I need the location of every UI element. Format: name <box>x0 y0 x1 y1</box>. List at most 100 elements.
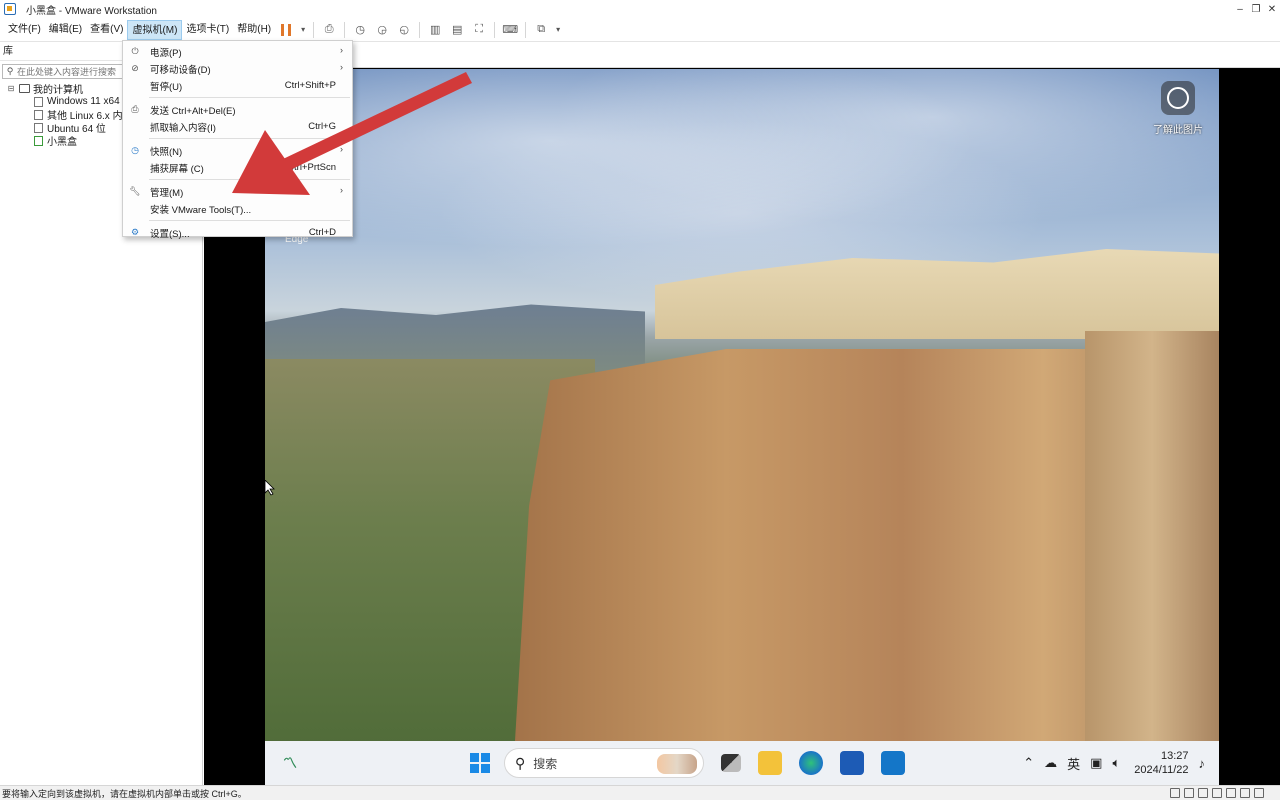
onedrive-icon[interactable]: ☁ <box>1044 755 1057 771</box>
learn-pic-label: 了解此图片 <box>1153 125 1203 136</box>
vmware-app-icon <box>4 3 16 15</box>
menu-item-pause[interactable]: 暂停(U) Ctrl+Shift+P <box>123 77 352 94</box>
menu-item-snapshot[interactable]: ◷ 快照(N) › <box>123 142 352 159</box>
menu-separator <box>149 179 350 180</box>
taskbar-search[interactable]: ⚲ 搜索 <box>504 748 704 778</box>
blank-icon <box>129 80 141 92</box>
search-icon: ⚲ <box>515 754 526 771</box>
usb-icon[interactable] <box>1212 788 1222 798</box>
pause-icon <box>281 23 292 36</box>
device-status-icons <box>1166 788 1264 798</box>
widgets-icon[interactable]: 〽 <box>283 753 307 773</box>
close-button[interactable]: ✕ <box>1264 0 1280 18</box>
fullscreen-icon[interactable]: ⛶ <box>470 21 488 39</box>
toolbar: ▾ ⎙ ◷ ◶ ◵ ▥ ▤ ⛶ ⌨ ⧉ ▾ <box>275 18 564 42</box>
network-adapter-icon[interactable] <box>1198 788 1208 798</box>
pause-dropdown-icon[interactable]: ▾ <box>299 21 307 39</box>
collapse-icon[interactable]: ⊟ <box>6 84 16 94</box>
edge-browser-icon[interactable] <box>799 751 823 775</box>
menu-help[interactable]: 帮助(H) <box>233 20 275 40</box>
removable-device-icon: ⊘ <box>131 63 139 73</box>
guest-desktop[interactable]: Edge 了解此图片 <box>265 69 1219 741</box>
submenu-arrow-icon: › <box>340 45 343 55</box>
menu-separator <box>149 97 350 98</box>
thumbnail-bar-icon[interactable]: ▤ <box>448 21 466 39</box>
blank-icon <box>129 162 141 174</box>
snapshot-icon[interactable]: ◷ <box>351 21 369 39</box>
send-ctrl-alt-del-icon[interactable]: ⎙ <box>320 21 338 39</box>
menu-item-send-ctrl-alt-del[interactable]: ⎙ 发送 Ctrl+Alt+Del(E) <box>123 101 352 118</box>
menu-item-power[interactable]: ⏻ 电源(P) › <box>123 43 352 60</box>
network-icon[interactable]: ▣ <box>1090 755 1102 771</box>
tree-label: 小黑盒 <box>47 137 77 148</box>
settings-icon: ⚙ <box>130 227 140 237</box>
show-hidden-icons-icon[interactable]: ⌃ <box>1023 755 1034 771</box>
console-view-icon[interactable]: ⌨ <box>501 21 519 39</box>
volume-icon[interactable]: 🔈︎ <box>1112 755 1120 771</box>
file-explorer-icon[interactable] <box>758 751 782 775</box>
snapshot-manager-icon[interactable]: ◵ <box>395 21 413 39</box>
menu-item-capture-screen[interactable]: 捕获屏幕 (C) Ctrl+PrtScn <box>123 159 352 176</box>
mouse-cursor-icon <box>265 480 275 496</box>
vm-icon <box>34 122 43 133</box>
vm-dropdown-menu: ⏻ 电源(P) › ⊘ 可移动设备(D) › 暂停(U) Ctrl+Shift+… <box>122 40 353 240</box>
microsoft-store-icon[interactable] <box>840 751 864 775</box>
menu-item-manage[interactable]: 🔧︎ 管理(M) › <box>123 183 352 200</box>
stretch-guest-icon[interactable]: ⧉ <box>532 21 550 39</box>
ime-indicator[interactable]: 英 <box>1067 754 1080 773</box>
menu-item-removable-devices[interactable]: ⊘ 可移动设备(D) › <box>123 60 352 77</box>
menu-item-grab-input[interactable]: 抓取输入内容(I) Ctrl+G <box>123 118 352 135</box>
hard-disk-icon[interactable] <box>1170 788 1180 798</box>
pause-button[interactable] <box>277 21 295 39</box>
vm-console[interactable]: Edge 了解此图片 〽 ⚲ 搜索 ⌃ ☁ 英 ▣ 🔈︎ 13:27 2024/… <box>204 43 1280 785</box>
outlook-icon[interactable] <box>881 751 905 775</box>
show-library-icon[interactable]: ▥ <box>426 21 444 39</box>
window-controls: – ❐ ✕ <box>1232 0 1280 18</box>
toolbar-separator <box>419 21 421 38</box>
revert-snapshot-icon[interactable]: ◶ <box>373 21 391 39</box>
menu-edit[interactable]: 编辑(E) <box>45 20 86 40</box>
blank-icon <box>129 121 141 133</box>
wrench-icon: 🔧︎ <box>129 186 141 196</box>
menu-item-settings[interactable]: ⚙ 设置(S)... Ctrl+D <box>123 224 352 241</box>
status-message: 要将输入定向到该虚拟机，请在虚拟机内部单击或按 Ctrl+G。 <box>2 788 247 799</box>
toolbar-separator <box>525 21 527 38</box>
display-icon[interactable] <box>1240 788 1250 798</box>
windows-start-icon[interactable] <box>470 753 490 773</box>
computer-icon <box>19 84 30 93</box>
menu-vm[interactable]: 虚拟机(M) <box>127 19 183 40</box>
submenu-arrow-icon: › <box>340 62 343 72</box>
blank-icon <box>129 203 141 215</box>
menu-file[interactable]: 文件(F) <box>4 20 45 40</box>
title-bar: 小黑盒 - VMware Workstation – ❐ ✕ <box>0 0 1280 18</box>
notification-bell-icon[interactable]: ♪ <box>1199 756 1206 771</box>
vm-icon <box>34 96 43 107</box>
learn-about-picture[interactable]: 了解此图片 <box>1143 81 1213 136</box>
minimize-button[interactable]: – <box>1232 0 1248 18</box>
restore-button[interactable]: ❐ <box>1248 0 1264 18</box>
task-view-icon[interactable] <box>721 754 741 772</box>
message-log-icon[interactable] <box>1254 788 1264 798</box>
toolbar-separator <box>313 21 315 38</box>
vm-running-icon <box>34 135 43 146</box>
taskbar-search-text: 搜索 <box>533 756 558 771</box>
cd-dvd-icon[interactable] <box>1184 788 1194 798</box>
menu-tabs[interactable]: 选项卡(T) <box>182 20 233 40</box>
wallpaper-bridge <box>1085 331 1219 741</box>
taskbar-clock[interactable]: 13:27 2024/11/22 <box>1134 749 1188 777</box>
sound-card-icon[interactable] <box>1226 788 1236 798</box>
keyboard-icon: ⎙ <box>131 104 139 114</box>
stretch-dropdown-icon[interactable]: ▾ <box>554 21 562 39</box>
tree-label: Windows 11 x64 <box>47 96 120 107</box>
power-icon: ⏻ <box>131 46 139 56</box>
status-bar: 要将输入定向到该虚拟机，请在虚拟机内部单击或按 Ctrl+G。 <box>0 785 1280 800</box>
menu-separator <box>149 138 350 139</box>
system-tray: ⌃ ☁ 英 ▣ 🔈︎ 13:27 2024/11/22 ♪ <box>1013 741 1205 785</box>
vm-icon <box>34 109 43 120</box>
camera-icon <box>1161 81 1195 115</box>
tree-label: 我的计算机 <box>33 85 83 96</box>
snapshot-icon: ◷ <box>131 145 139 155</box>
menu-item-install-vmware-tools[interactable]: 安装 VMware Tools(T)... <box>123 200 352 217</box>
search-icon: ⚲ <box>6 66 14 76</box>
menu-view[interactable]: 查看(V) <box>86 20 127 40</box>
